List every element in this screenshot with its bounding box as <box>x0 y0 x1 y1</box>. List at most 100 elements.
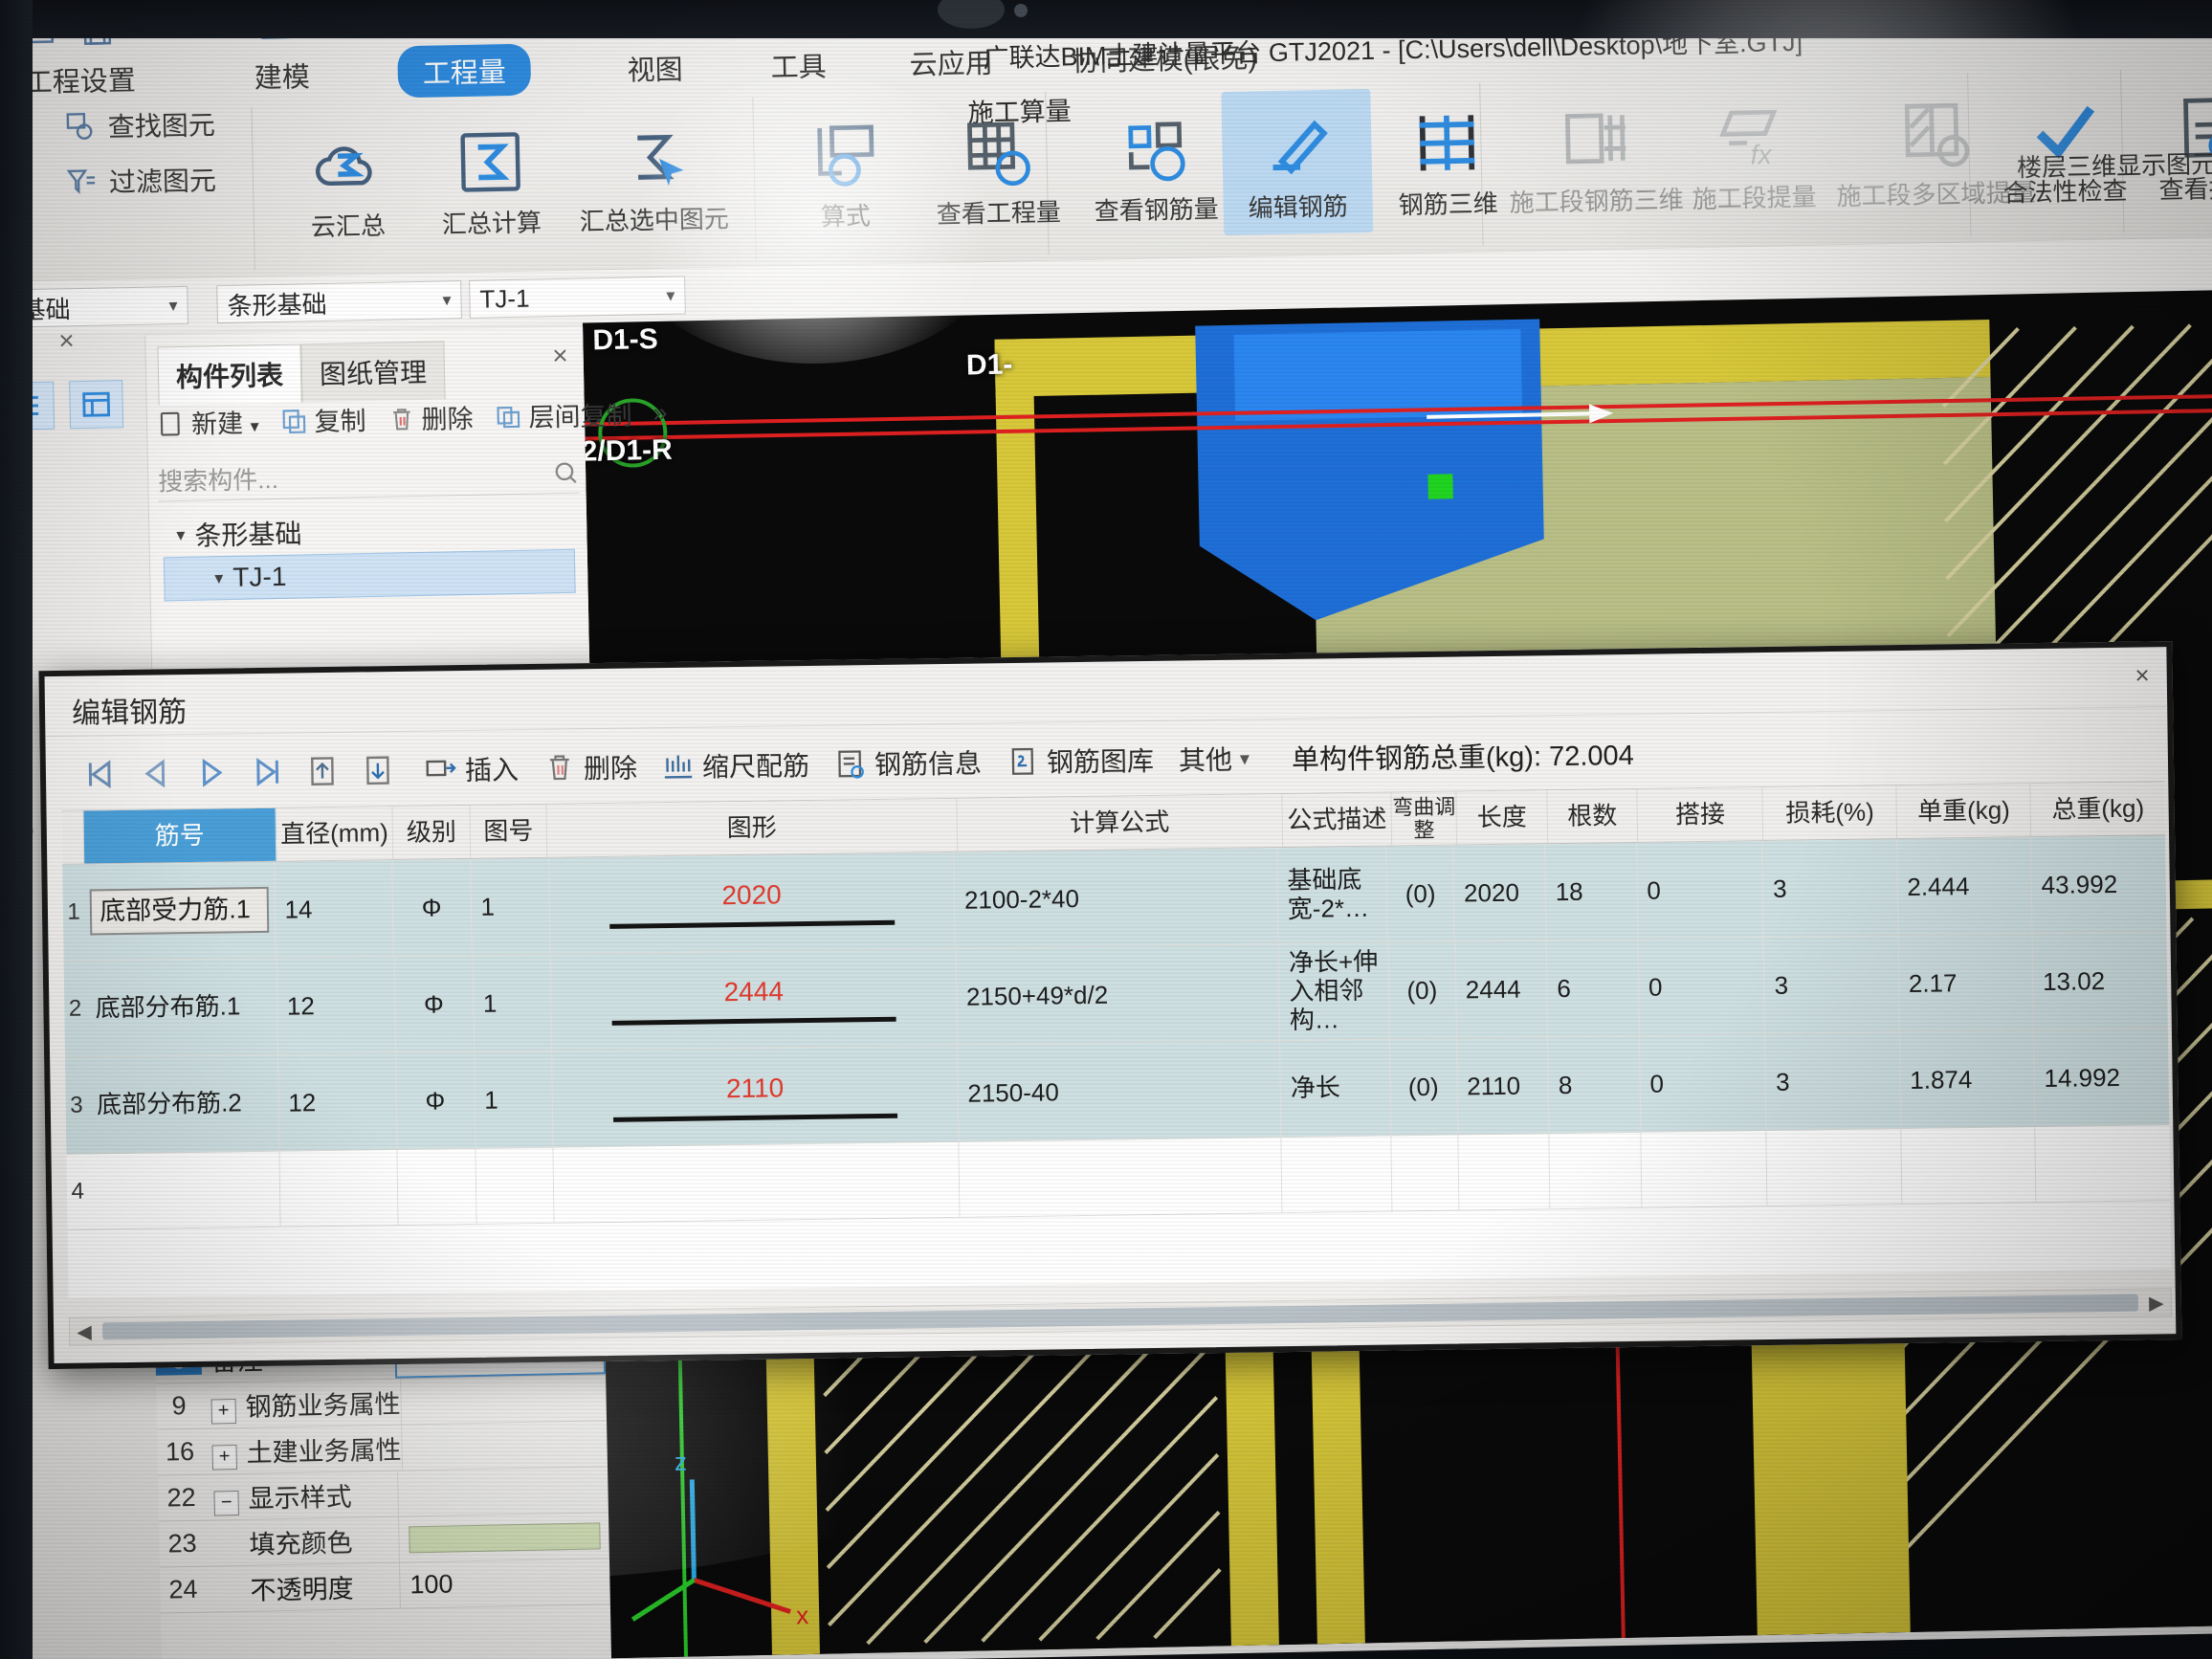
component-tree[interactable]: ▾ 条形基础 ▾ TJ-1 <box>163 505 576 602</box>
rebar-3d-button[interactable]: 钢筋三维 <box>1374 96 1520 222</box>
col-header-formula[interactable]: 计算公式 <box>956 794 1284 852</box>
cell-jinhao[interactable]: 底部分布筋.1 <box>84 958 278 1057</box>
cell-jinhao[interactable]: 底部分布筋.2 <box>86 1054 280 1154</box>
dialog-close-icon[interactable]: × <box>2135 660 2150 690</box>
cell-loss[interactable]: 3 <box>1763 936 1900 1034</box>
col-header-lap[interactable]: 搭接 <box>1637 787 1764 842</box>
panel-close-icon[interactable]: × <box>552 341 568 371</box>
cell-lap[interactable]: 0 <box>1636 841 1764 939</box>
toolbar-overflow-button[interactable]: » <box>653 398 668 428</box>
tab-cloud-apps[interactable]: 云应用 <box>909 41 993 83</box>
filter-element-button[interactable]: 过滤图元 <box>65 160 217 201</box>
property-row-value[interactable] <box>400 1421 608 1471</box>
cell-bend[interactable]: (0) <box>1389 1038 1458 1136</box>
scaled-rebar-button[interactable]: 缩尺配筋 <box>662 745 810 785</box>
move-down-icon[interactable] <box>350 747 407 794</box>
view-report-button[interactable]: 查看报表 <box>2130 80 2212 207</box>
sum-selected-button[interactable]: 汇总选中图元 <box>562 111 746 238</box>
cell-shape[interactable]: 2020 <box>548 852 956 954</box>
chevron-down-icon[interactable]: ▾ <box>666 285 675 305</box>
col-header-unitwt[interactable]: 单重(kg) <box>1896 784 2032 839</box>
tree-node-tj1[interactable]: ▾ TJ-1 <box>163 548 576 602</box>
cell-totalwt[interactable]: 43.992 <box>2031 835 2167 933</box>
cell-length[interactable]: 2444 <box>1455 940 1549 1038</box>
chevron-down-icon[interactable]: ▾ <box>168 296 177 316</box>
search-component-input[interactable]: 搜索构件... <box>157 451 580 502</box>
cell-bend[interactable]: (0) <box>1386 845 1455 942</box>
cell-diameter[interactable] <box>279 1150 399 1227</box>
cell-grade[interactable]: Φ <box>391 858 473 957</box>
cell-lap[interactable]: 0 <box>1638 938 1766 1035</box>
chevron-down-icon[interactable]: ▾ <box>442 290 451 310</box>
cell-length[interactable]: 2020 <box>1453 844 1547 941</box>
cell-desc[interactable]: 基础底宽-2*… <box>1276 846 1388 944</box>
cell-shape[interactable]: 2444 <box>551 948 958 1051</box>
cell-loss[interactable] <box>1766 1129 1903 1206</box>
col-header-totalwt[interactable]: 总重(kg) <box>2031 782 2166 836</box>
cell-grade[interactable]: Φ <box>394 955 475 1053</box>
section-rebar-3d-button[interactable]: 施工段钢筋三维 <box>1503 92 1688 219</box>
other-menu-button[interactable]: 其他 ▾ <box>1179 740 1250 779</box>
edit-rebar-button[interactable]: 编辑钢筋 <box>1221 88 1374 236</box>
cell-lap[interactable] <box>1641 1131 1768 1207</box>
tab-tools[interactable]: 工具 <box>770 44 827 85</box>
component-combo[interactable]: TJ-1 ▾ <box>469 276 686 319</box>
cell-diameter[interactable]: 14 <box>274 860 394 958</box>
cell-desc[interactable]: 净长+伸入相邻构… <box>1278 942 1390 1041</box>
cell-bend[interactable] <box>1391 1135 1460 1211</box>
property-row-value[interactable] <box>400 1375 608 1425</box>
rebar-table[interactable]: 筋号 直径(mm) 级别 图号 图形 计算公式 公式描述 弯曲调整 长度 根数 … <box>61 781 2172 1298</box>
cell-totalwt[interactable]: 14.992 <box>2034 1029 2169 1126</box>
component-type-combo[interactable]: 条形基础 ▾ <box>216 280 462 324</box>
chevron-down-icon[interactable]: ▾ <box>250 416 258 435</box>
new-component-button[interactable]: 新建 ▾ <box>157 402 259 441</box>
tab-component-list[interactable]: 构件列表 <box>157 343 302 406</box>
cell-grade[interactable] <box>397 1148 477 1226</box>
expander-icon[interactable]: + <box>211 1445 237 1471</box>
last-record-icon[interactable] <box>239 748 296 795</box>
cell-totalwt[interactable] <box>2035 1125 2171 1203</box>
scrollbar-thumb[interactable] <box>101 1294 2139 1340</box>
col-header-shape[interactable]: 图形 <box>546 798 958 857</box>
view-rebar-qty-button[interactable]: 查看钢筋量 <box>1069 101 1244 229</box>
chevron-down-icon[interactable]: ▾ <box>214 568 223 588</box>
cell-lap[interactable]: 0 <box>1639 1034 1767 1132</box>
cell-desc[interactable]: 净长 <box>1280 1039 1392 1138</box>
sum-calc-button[interactable]: 汇总计算 <box>418 115 564 241</box>
rebar-library-button[interactable]: 钢筋图库 <box>1006 741 1155 781</box>
cell-shape[interactable]: 2110 <box>552 1045 960 1147</box>
cell-count[interactable]: 8 <box>1548 1035 1642 1134</box>
cloud-sum-button[interactable]: 云汇总 <box>275 118 421 244</box>
cell-tuhao[interactable] <box>475 1147 555 1224</box>
cell-formula[interactable]: 2100-2*40 <box>954 848 1279 948</box>
tab-quantity[interactable]: 工程量 <box>397 43 532 99</box>
first-record-icon[interactable] <box>73 751 129 798</box>
cell-count[interactable] <box>1549 1132 1643 1209</box>
tab-view[interactable]: 视图 <box>627 47 683 88</box>
next-record-icon[interactable] <box>184 749 240 796</box>
cell-count[interactable]: 18 <box>1545 842 1639 940</box>
cell-diameter[interactable]: 12 <box>277 1053 398 1151</box>
category-combo[interactable]: 基础 ▾ <box>10 285 188 328</box>
col-header-loss[interactable]: 损耗(%) <box>1762 785 1898 841</box>
property-row-value[interactable] <box>398 1513 609 1562</box>
prev-record-icon[interactable] <box>128 750 185 797</box>
insert-row-button[interactable]: 插入 <box>425 749 520 788</box>
chevron-down-icon[interactable]: ▾ <box>1240 746 1250 770</box>
cell-formula[interactable] <box>959 1138 1283 1217</box>
expander-icon[interactable]: + <box>210 1399 236 1425</box>
cell-tuhao[interactable]: 1 <box>474 1051 554 1148</box>
cell-loss[interactable]: 3 <box>1762 839 1899 938</box>
tab-project-settings[interactable]: 工程设置 <box>24 58 137 100</box>
col-header-diameter[interactable]: 直径(mm) <box>276 807 394 861</box>
section-quantity-button[interactable]: fx 施工段提量 <box>1670 89 1836 215</box>
col-header-grade[interactable]: 级别 <box>392 805 472 860</box>
cell-jinhao[interactable] <box>87 1151 281 1229</box>
chevron-down-icon[interactable]: ▾ <box>176 524 185 544</box>
cell-totalwt[interactable]: 13.02 <box>2032 932 2167 1029</box>
cell-tuhao[interactable]: 1 <box>473 954 553 1051</box>
col-header-count[interactable]: 根数 <box>1547 788 1639 844</box>
cell-length[interactable]: 2110 <box>1456 1037 1550 1135</box>
col-header-bend[interactable]: 弯曲调整 <box>1391 791 1458 846</box>
cell-count[interactable]: 6 <box>1546 939 1640 1037</box>
